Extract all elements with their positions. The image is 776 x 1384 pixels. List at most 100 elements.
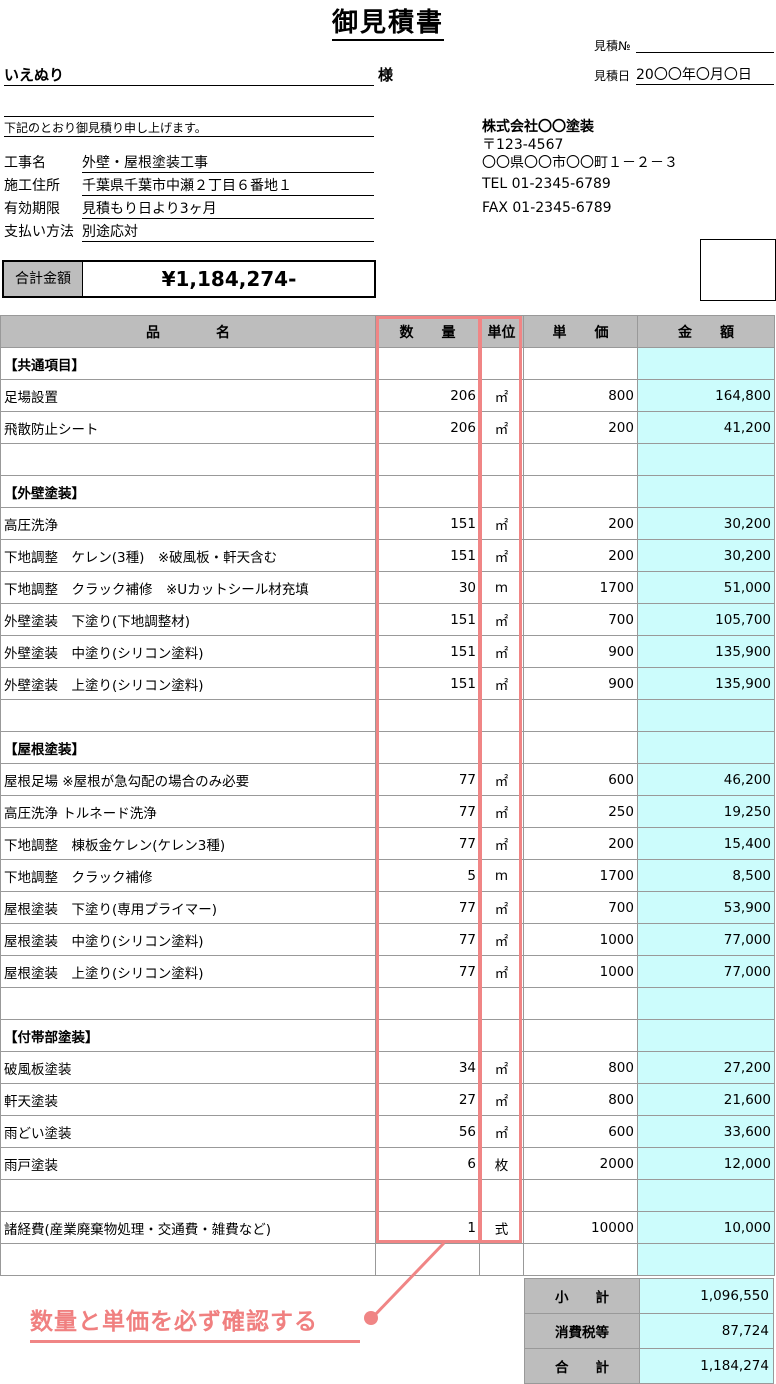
row-amount: 77,000	[637, 955, 775, 988]
row-item	[0, 1243, 376, 1276]
row-item: 【共通項目】	[0, 347, 376, 380]
row-amount	[637, 1019, 775, 1052]
row-item: 【屋根塗装】	[0, 731, 376, 764]
row-unit	[479, 1243, 524, 1276]
row-item: 外壁塗装 中塗り(シリコン塗料)	[0, 635, 376, 668]
address-label: 施工住所	[4, 178, 60, 194]
estimate-date-value: 20〇〇年〇月〇日	[636, 64, 774, 85]
row-item: 下地調整 ケレン(3種) ※破風板・軒天含む	[0, 539, 376, 572]
stamp-box	[700, 239, 776, 301]
row-amount: 53,900	[637, 891, 775, 924]
row-amount: 21,600	[637, 1083, 775, 1116]
row-price: 250	[523, 795, 638, 828]
row-amount	[637, 699, 775, 732]
row-amount: 33,600	[637, 1115, 775, 1148]
tax-value: 87,724	[639, 1313, 774, 1349]
row-price: 10000	[523, 1211, 638, 1244]
subtotal-row: 小 計 1,096,550	[524, 1278, 774, 1314]
callout-underline	[30, 1340, 360, 1343]
qty-highlight-box	[376, 316, 482, 1243]
total-value: ¥1,184,274-	[161, 267, 297, 291]
row-price: 1000	[523, 955, 638, 988]
project-label: 工事名	[4, 155, 46, 171]
total-box: 合計金額 ¥1,184,274-	[2, 260, 376, 298]
row-item	[0, 699, 376, 732]
row-price: 1700	[523, 571, 638, 604]
grand-total-value: 1,184,274	[639, 1348, 774, 1384]
row-item: 軒天塗装	[0, 1083, 376, 1116]
subtotal-label: 小 計	[524, 1278, 640, 1314]
row-amount	[637, 731, 775, 764]
subtotal-value: 1,096,550	[639, 1278, 774, 1314]
row-price: 700	[523, 891, 638, 924]
row-amount: 135,900	[637, 635, 775, 668]
estimate-no-label: 見積№	[594, 39, 631, 53]
tax-row: 消費税等 87,724	[524, 1313, 774, 1349]
blank-line	[4, 102, 374, 117]
grand-total-row: 合 計 1,184,274	[524, 1348, 774, 1384]
row-item: 外壁塗装 下塗り(下地調整材)	[0, 603, 376, 636]
row-item: 【付帯部塗装】	[0, 1019, 376, 1052]
row-price: 1700	[523, 859, 638, 892]
row-price: 900	[523, 635, 638, 668]
row-amount: 30,200	[637, 539, 775, 572]
row-item	[0, 1179, 376, 1212]
row-amount	[637, 475, 775, 508]
row-price	[523, 1243, 638, 1276]
row-amount	[637, 1179, 775, 1212]
totals-table: 小 計 1,096,550 消費税等 87,724 合 計 1,184,274	[524, 1278, 774, 1384]
payment-label: 支払い方法	[4, 224, 74, 240]
row-price: 200	[523, 507, 638, 540]
company-fax: FAX 01-2345-6789	[482, 200, 612, 216]
intro-text: 下記のとおり御見積り申し上げます。	[4, 119, 374, 137]
row-price: 600	[523, 1115, 638, 1148]
grand-total-label: 合 計	[524, 1348, 640, 1384]
col-price-header: 単 価	[523, 315, 638, 348]
callout-dot	[364, 1311, 378, 1325]
row-amount	[637, 443, 775, 476]
row-item: 下地調整 棟板金ケレン(ケレン3種)	[0, 827, 376, 860]
row-item: 屋根足場 ※屋根が急勾配の場合のみ必要	[0, 763, 376, 796]
row-item: 雨戸塗装	[0, 1147, 376, 1180]
row-item: 【外壁塗装】	[0, 475, 376, 508]
row-price: 700	[523, 603, 638, 636]
row-amount	[637, 987, 775, 1020]
row-price	[523, 699, 638, 732]
row-item: 諸経費(産業廃棄物処理・交通費・雑費など)	[0, 1211, 376, 1244]
row-amount: 12,000	[637, 1147, 775, 1180]
row-amount: 19,250	[637, 795, 775, 828]
row-price	[523, 987, 638, 1020]
row-price: 800	[523, 379, 638, 412]
col-item-header: 品 名	[0, 315, 376, 348]
document-title: 御見積書	[0, 2, 776, 41]
row-item	[0, 443, 376, 476]
total-label: 合計金額	[4, 262, 83, 296]
row-amount: 51,000	[637, 571, 775, 604]
row-amount	[637, 1243, 775, 1276]
row-amount: 30,200	[637, 507, 775, 540]
row-price	[523, 475, 638, 508]
row-amount: 135,900	[637, 667, 775, 700]
row-price: 200	[523, 411, 638, 444]
row-item: 屋根塗装 上塗り(シリコン塗料)	[0, 955, 376, 988]
customer-name: いえぬり	[4, 64, 374, 86]
address-value: 千葉県千葉市中瀬２丁目６番地１	[82, 175, 374, 196]
row-item: 下地調整 クラック補修	[0, 859, 376, 892]
project-value: 外壁・屋根塗装工事	[82, 152, 374, 173]
row-amount: 105,700	[637, 603, 775, 636]
customer-honorific: 様	[378, 66, 394, 84]
row-price	[523, 1019, 638, 1052]
row-price: 600	[523, 763, 638, 796]
row-price	[523, 731, 638, 764]
tax-label: 消費税等	[524, 1313, 640, 1349]
unit-highlight-box	[478, 316, 522, 1243]
row-price: 2000	[523, 1147, 638, 1180]
row-item: 雨どい塗装	[0, 1115, 376, 1148]
company-tel: TEL 01-2345-6789	[482, 176, 611, 192]
row-price: 200	[523, 827, 638, 860]
company-postal: 〒123-4567	[482, 137, 564, 153]
row-item: 下地調整 クラック補修 ※Uカットシール材充填	[0, 571, 376, 604]
callout-text: 数量と単価を必ず確認する	[30, 1309, 318, 1335]
row-amount: 41,200	[637, 411, 775, 444]
row-price	[523, 443, 638, 476]
